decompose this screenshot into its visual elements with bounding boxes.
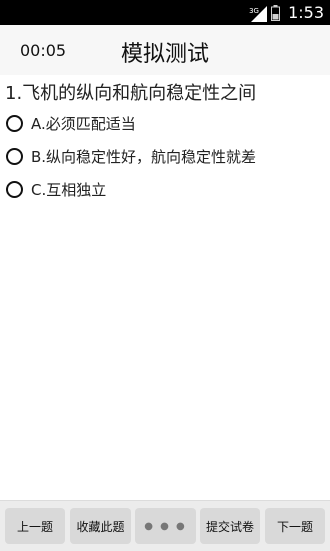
radio-icon[interactable] [6,181,23,198]
option-c[interactable]: C.互相独立 [6,173,256,206]
radio-icon[interactable] [6,115,23,132]
options-list: A.必须匹配适当 B.纵向稳定性好，航向稳定性就差 C.互相独立 [6,107,256,206]
battery-icon [271,4,281,21]
prev-question-button[interactable]: 上一题 [5,508,65,544]
radio-icon[interactable] [6,148,23,165]
option-a[interactable]: A.必须匹配适当 [6,107,256,140]
next-question-button[interactable]: 下一题 [265,508,325,544]
signal-icon: 3G [249,4,268,22]
favorite-question-button[interactable]: 收藏此题 [70,508,131,544]
option-a-label: A.必须匹配适当 [31,115,136,133]
status-icons: 3G 1:53 [249,0,324,25]
option-b[interactable]: B.纵向稳定性好，航向稳定性就差 [6,140,256,173]
option-b-label: B.纵向稳定性好，航向稳定性就差 [31,148,257,166]
status-bar: 3G 1:53 [0,0,330,25]
status-time: 1:53 [288,3,324,22]
question-text: 1.飞机的纵向和航向稳定性之间 [5,83,257,104]
submit-exam-button[interactable]: 提交试卷 [200,508,260,544]
header: 00:05 模拟测试 [0,25,330,75]
bottom-toolbar: 上一题 收藏此题 ● ● ● 提交试卷 下一题 [0,500,330,551]
option-c-label: C.互相独立 [31,181,107,199]
more-icon[interactable]: ● ● ● [135,508,196,544]
page-title: 模拟测试 [120,42,209,67]
